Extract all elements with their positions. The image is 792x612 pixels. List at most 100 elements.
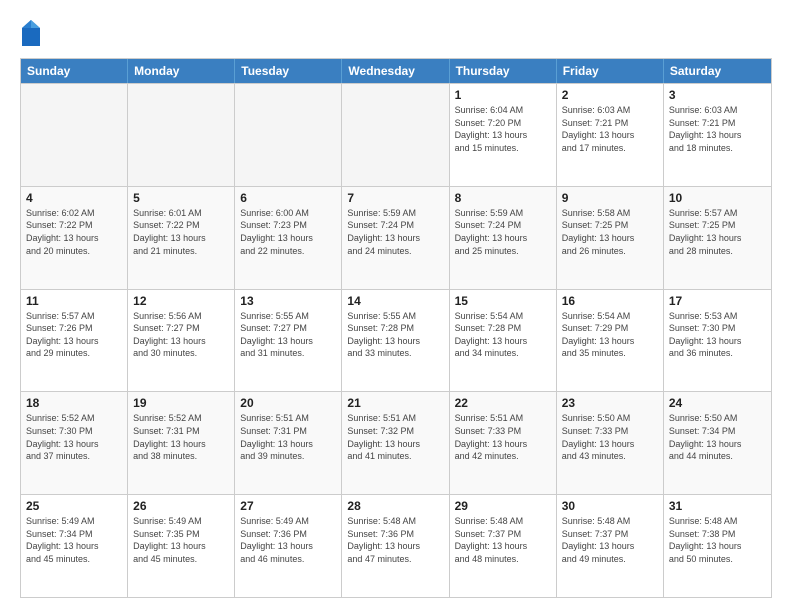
day-cell-20: 20 Sunrise: 5:51 AM Sunset: 7:31 PM Dayli… bbox=[235, 392, 342, 494]
empty-cell bbox=[235, 84, 342, 186]
day-cell-1: 1Sunrise: 6:04 AM Sunset: 7:20 PM Daylig… bbox=[450, 84, 557, 186]
day-number: 20 bbox=[240, 396, 336, 410]
day-info: Sunrise: 5:49 AM Sunset: 7:36 PM Dayligh… bbox=[240, 515, 336, 565]
day-cell-15: 15 Sunrise: 5:54 AM Sunset: 7:28 PM Dayli… bbox=[450, 290, 557, 392]
day-info: Sunrise: 5:51 AM Sunset: 7:32 PM Dayligh… bbox=[347, 412, 443, 462]
calendar-row-5: 25 Sunrise: 5:49 AM Sunset: 7:34 PM Dayli… bbox=[21, 494, 771, 597]
day-number: 5 bbox=[133, 191, 229, 205]
day-cell-28: 28Sunrise: 5:48 AM Sunset: 7:36 PM Dayli… bbox=[342, 495, 449, 597]
empty-cell bbox=[21, 84, 128, 186]
day-number: 25 bbox=[26, 499, 122, 513]
day-cell-22: 22 Sunrise: 5:51 AM Sunset: 7:33 PM Dayli… bbox=[450, 392, 557, 494]
day-cell-3: 3 Sunrise: 6:03 AM Sunset: 7:21 PM Daylig… bbox=[664, 84, 771, 186]
day-cell-18: 18Sunrise: 5:52 AM Sunset: 7:30 PM Dayli… bbox=[21, 392, 128, 494]
day-number: 16 bbox=[562, 294, 658, 308]
day-info: Sunrise: 5:48 AM Sunset: 7:38 PM Dayligh… bbox=[669, 515, 766, 565]
day-info: Sunrise: 5:59 AM Sunset: 7:24 PM Dayligh… bbox=[455, 207, 551, 257]
empty-cell bbox=[342, 84, 449, 186]
day-number: 26 bbox=[133, 499, 229, 513]
day-cell-19: 19 Sunrise: 5:52 AM Sunset: 7:31 PM Dayli… bbox=[128, 392, 235, 494]
calendar: SundayMondayTuesdayWednesdayThursdayFrid… bbox=[20, 58, 772, 598]
day-info: Sunrise: 5:48 AM Sunset: 7:37 PM Dayligh… bbox=[562, 515, 658, 565]
day-number: 23 bbox=[562, 396, 658, 410]
day-number: 30 bbox=[562, 499, 658, 513]
day-number: 27 bbox=[240, 499, 336, 513]
day-cell-24: 24 Sunrise: 5:50 AM Sunset: 7:34 PM Dayli… bbox=[664, 392, 771, 494]
day-number: 22 bbox=[455, 396, 551, 410]
day-info: Sunrise: 5:52 AM Sunset: 7:31 PM Dayligh… bbox=[133, 412, 229, 462]
day-number: 8 bbox=[455, 191, 551, 205]
day-cell-12: 12Sunrise: 5:56 AM Sunset: 7:27 PM Dayli… bbox=[128, 290, 235, 392]
day-number: 14 bbox=[347, 294, 443, 308]
day-info: Sunrise: 5:53 AM Sunset: 7:30 PM Dayligh… bbox=[669, 310, 766, 360]
day-info: Sunrise: 5:51 AM Sunset: 7:33 PM Dayligh… bbox=[455, 412, 551, 462]
day-info: Sunrise: 5:48 AM Sunset: 7:37 PM Dayligh… bbox=[455, 515, 551, 565]
day-number: 21 bbox=[347, 396, 443, 410]
calendar-row-1: 1Sunrise: 6:04 AM Sunset: 7:20 PM Daylig… bbox=[21, 83, 771, 186]
header bbox=[20, 18, 772, 48]
day-cell-23: 23 Sunrise: 5:50 AM Sunset: 7:33 PM Dayli… bbox=[557, 392, 664, 494]
day-cell-6: 6 Sunrise: 6:00 AM Sunset: 7:23 PM Daylig… bbox=[235, 187, 342, 289]
day-info: Sunrise: 5:57 AM Sunset: 7:26 PM Dayligh… bbox=[26, 310, 122, 360]
day-cell-11: 11Sunrise: 5:57 AM Sunset: 7:26 PM Dayli… bbox=[21, 290, 128, 392]
header-day-saturday: Saturday bbox=[664, 59, 771, 83]
day-number: 2 bbox=[562, 88, 658, 102]
header-day-thursday: Thursday bbox=[450, 59, 557, 83]
day-info: Sunrise: 6:03 AM Sunset: 7:21 PM Dayligh… bbox=[562, 104, 658, 154]
day-number: 15 bbox=[455, 294, 551, 308]
calendar-header: SundayMondayTuesdayWednesdayThursdayFrid… bbox=[21, 59, 771, 83]
day-info: Sunrise: 5:55 AM Sunset: 7:28 PM Dayligh… bbox=[347, 310, 443, 360]
day-number: 18 bbox=[26, 396, 122, 410]
day-cell-9: 9 Sunrise: 5:58 AM Sunset: 7:25 PM Daylig… bbox=[557, 187, 664, 289]
day-cell-14: 14 Sunrise: 5:55 AM Sunset: 7:28 PM Dayli… bbox=[342, 290, 449, 392]
day-info: Sunrise: 6:00 AM Sunset: 7:23 PM Dayligh… bbox=[240, 207, 336, 257]
day-number: 7 bbox=[347, 191, 443, 205]
header-day-tuesday: Tuesday bbox=[235, 59, 342, 83]
day-info: Sunrise: 5:49 AM Sunset: 7:34 PM Dayligh… bbox=[26, 515, 122, 565]
day-info: Sunrise: 5:51 AM Sunset: 7:31 PM Dayligh… bbox=[240, 412, 336, 462]
day-cell-31: 31 Sunrise: 5:48 AM Sunset: 7:38 PM Dayli… bbox=[664, 495, 771, 597]
day-number: 29 bbox=[455, 499, 551, 513]
day-number: 19 bbox=[133, 396, 229, 410]
header-day-wednesday: Wednesday bbox=[342, 59, 449, 83]
day-info: Sunrise: 5:55 AM Sunset: 7:27 PM Dayligh… bbox=[240, 310, 336, 360]
day-cell-27: 27 Sunrise: 5:49 AM Sunset: 7:36 PM Dayli… bbox=[235, 495, 342, 597]
day-cell-5: 5 Sunrise: 6:01 AM Sunset: 7:22 PM Daylig… bbox=[128, 187, 235, 289]
day-info: Sunrise: 5:50 AM Sunset: 7:34 PM Dayligh… bbox=[669, 412, 766, 462]
day-info: Sunrise: 5:58 AM Sunset: 7:25 PM Dayligh… bbox=[562, 207, 658, 257]
day-cell-30: 30 Sunrise: 5:48 AM Sunset: 7:37 PM Dayli… bbox=[557, 495, 664, 597]
day-number: 9 bbox=[562, 191, 658, 205]
day-info: Sunrise: 6:04 AM Sunset: 7:20 PM Dayligh… bbox=[455, 104, 551, 154]
day-info: Sunrise: 6:01 AM Sunset: 7:22 PM Dayligh… bbox=[133, 207, 229, 257]
day-info: Sunrise: 5:48 AM Sunset: 7:36 PM Dayligh… bbox=[347, 515, 443, 565]
day-number: 17 bbox=[669, 294, 766, 308]
day-number: 4 bbox=[26, 191, 122, 205]
header-day-friday: Friday bbox=[557, 59, 664, 83]
day-info: Sunrise: 5:49 AM Sunset: 7:35 PM Dayligh… bbox=[133, 515, 229, 565]
calendar-row-2: 4Sunrise: 6:02 AM Sunset: 7:22 PM Daylig… bbox=[21, 186, 771, 289]
page: SundayMondayTuesdayWednesdayThursdayFrid… bbox=[0, 0, 792, 612]
logo-icon bbox=[20, 18, 42, 48]
day-info: Sunrise: 5:59 AM Sunset: 7:24 PM Dayligh… bbox=[347, 207, 443, 257]
day-number: 10 bbox=[669, 191, 766, 205]
day-number: 6 bbox=[240, 191, 336, 205]
calendar-row-4: 18Sunrise: 5:52 AM Sunset: 7:30 PM Dayli… bbox=[21, 391, 771, 494]
day-cell-25: 25 Sunrise: 5:49 AM Sunset: 7:34 PM Dayli… bbox=[21, 495, 128, 597]
day-info: Sunrise: 5:57 AM Sunset: 7:25 PM Dayligh… bbox=[669, 207, 766, 257]
day-cell-7: 7 Sunrise: 5:59 AM Sunset: 7:24 PM Daylig… bbox=[342, 187, 449, 289]
day-number: 24 bbox=[669, 396, 766, 410]
day-info: Sunrise: 5:50 AM Sunset: 7:33 PM Dayligh… bbox=[562, 412, 658, 462]
day-info: Sunrise: 6:03 AM Sunset: 7:21 PM Dayligh… bbox=[669, 104, 766, 154]
day-number: 3 bbox=[669, 88, 766, 102]
day-cell-10: 10 Sunrise: 5:57 AM Sunset: 7:25 PM Dayli… bbox=[664, 187, 771, 289]
day-cell-16: 16Sunrise: 5:54 AM Sunset: 7:29 PM Dayli… bbox=[557, 290, 664, 392]
day-info: Sunrise: 5:54 AM Sunset: 7:28 PM Dayligh… bbox=[455, 310, 551, 360]
day-cell-13: 13 Sunrise: 5:55 AM Sunset: 7:27 PM Dayli… bbox=[235, 290, 342, 392]
calendar-body: 1Sunrise: 6:04 AM Sunset: 7:20 PM Daylig… bbox=[21, 83, 771, 597]
logo bbox=[20, 18, 46, 48]
day-number: 13 bbox=[240, 294, 336, 308]
day-number: 12 bbox=[133, 294, 229, 308]
day-cell-17: 17 Sunrise: 5:53 AM Sunset: 7:30 PM Dayli… bbox=[664, 290, 771, 392]
header-day-sunday: Sunday bbox=[21, 59, 128, 83]
day-number: 31 bbox=[669, 499, 766, 513]
